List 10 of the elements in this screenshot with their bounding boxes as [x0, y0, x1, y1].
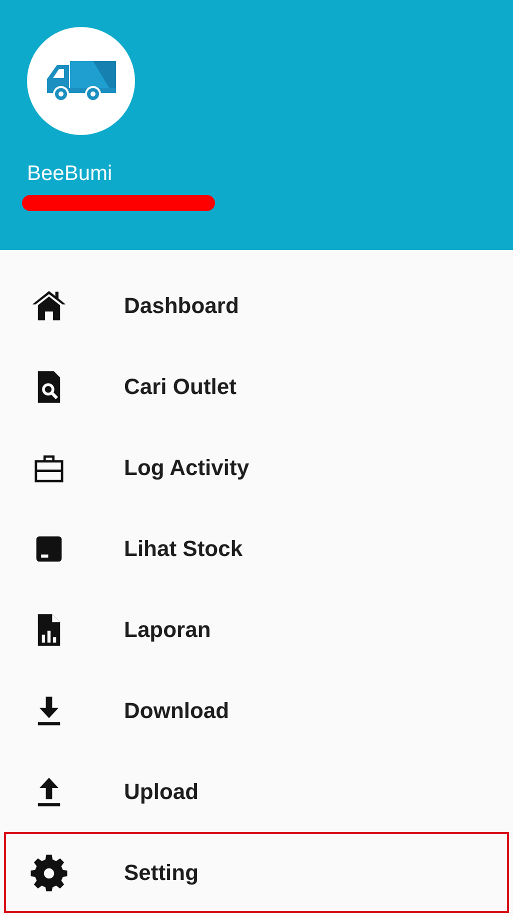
menu-item[interactable]: Setting	[4, 832, 509, 913]
menu-item[interactable]: Download	[4, 670, 509, 751]
menu-item[interactable]: Upload	[4, 751, 509, 832]
settings-icon	[30, 854, 68, 892]
menu-item[interactable]: Laporan	[4, 589, 509, 670]
menu-item[interactable]: Lihat Stock	[4, 508, 509, 589]
menu-item[interactable]: Log Activity	[4, 427, 509, 508]
menu-item[interactable]: Cari Outlet	[4, 346, 509, 427]
menu-item[interactable]: Dashboard	[4, 265, 509, 346]
user-name: BeeBumi	[27, 162, 112, 186]
